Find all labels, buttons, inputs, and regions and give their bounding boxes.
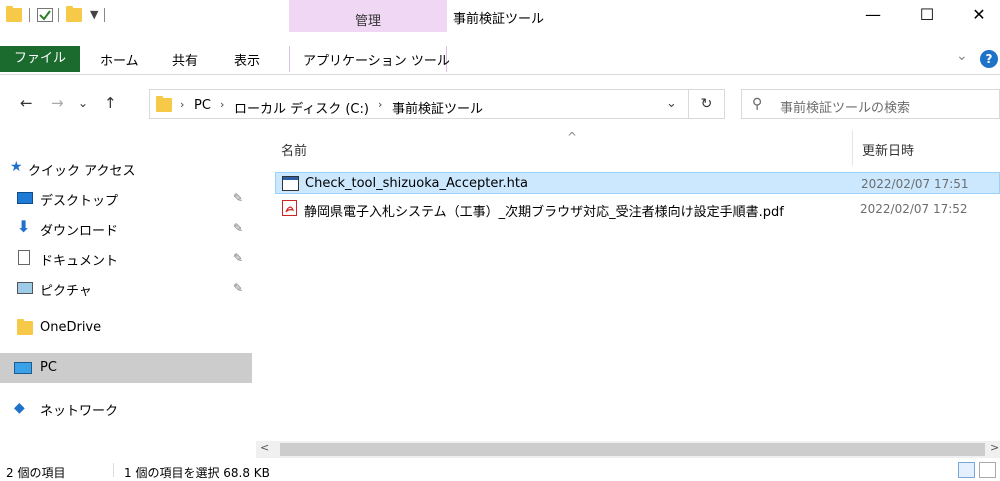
recent-locations-button[interactable]: ⌄ xyxy=(78,96,88,110)
sidebar-item-label: ダウンロード xyxy=(40,224,119,239)
breadcrumb-separator[interactable]: › xyxy=(378,98,382,111)
tab-home[interactable]: ホーム xyxy=(100,50,139,69)
sidebar-item-onedrive[interactable]: OneDrive xyxy=(0,313,252,343)
file-modified: 2022/02/07 17:52 xyxy=(860,202,968,216)
search-box[interactable]: ⚲ 事前検証ツールの検索 xyxy=(741,89,1000,119)
sidebar-item-label: ネットワーク xyxy=(40,404,119,419)
pdf-file-icon xyxy=(282,200,297,216)
maximize-icon: ☐ xyxy=(919,5,935,24)
breadcrumb-current-folder[interactable]: 事前検証ツール xyxy=(392,98,483,117)
pin-icon[interactable]: ✎ xyxy=(233,221,243,235)
forward-button[interactable]: → xyxy=(51,94,64,112)
column-divider[interactable] xyxy=(852,130,853,166)
breadcrumb-separator[interactable]: › xyxy=(220,98,224,111)
sidebar-item-label: ピクチャ xyxy=(40,284,92,299)
refresh-button[interactable]: ↻ xyxy=(689,89,725,119)
search-icon: ⚲ xyxy=(752,96,763,112)
close-button[interactable]: ✕ xyxy=(956,0,1000,32)
tab-file[interactable]: ファイル xyxy=(0,46,80,72)
pin-icon[interactable]: ✎ xyxy=(233,191,243,205)
sidebar-item-quick-access[interactable]: ★ クイック アクセス xyxy=(0,153,252,183)
customize-toolbar-icon[interactable]: ▼ xyxy=(90,8,98,21)
divider xyxy=(29,8,30,22)
file-name: Check_tool_shizuoka_Accepter.hta xyxy=(305,176,528,191)
address-bar[interactable]: › PC › ローカル ディスク (C:) › 事前検証ツール ⌄ xyxy=(149,89,689,119)
sidebar-item-label: OneDrive xyxy=(40,320,102,335)
document-icon xyxy=(18,250,30,265)
context-group-label: 管理 xyxy=(354,14,381,29)
status-item-count: 2 個の項目 xyxy=(6,466,66,480)
scroll-right-button[interactable]: > xyxy=(990,441,999,454)
computer-icon xyxy=(14,362,32,374)
file-name: 静岡県電子入札システム（工事）_次期ブラウザ対応_受注者様向け設定手順書.pdf xyxy=(304,205,784,220)
desktop-icon xyxy=(17,192,33,204)
pin-icon[interactable]: ✎ xyxy=(233,281,243,295)
ribbon-divider xyxy=(0,74,1000,75)
file-row-hta[interactable]: Check_tool_shizuoka_Accepter.hta 2022/02… xyxy=(275,172,1000,194)
scrollbar-thumb[interactable] xyxy=(280,443,985,456)
status-selection: 1 個の項目を選択 68.8 KB xyxy=(124,466,270,480)
properties-icon[interactable] xyxy=(37,8,53,22)
minimize-icon: — xyxy=(865,5,881,24)
close-icon: ✕ xyxy=(972,5,986,24)
file-row-pdf[interactable]: 静岡県電子入札システム（工事）_次期ブラウザ対応_受注者様向け設定手順書.pdf… xyxy=(275,198,1000,220)
breadcrumb-separator[interactable]: › xyxy=(180,98,184,111)
minimize-button[interactable]: — xyxy=(850,0,896,32)
breadcrumb-local-disk[interactable]: ローカル ディスク (C:) xyxy=(234,98,369,117)
refresh-icon: ↻ xyxy=(700,96,713,112)
scroll-left-button[interactable]: < xyxy=(260,441,269,454)
sidebar-item-label: ドキュメント xyxy=(40,254,119,269)
divider xyxy=(113,463,114,477)
sidebar-item-label: デスクトップ xyxy=(40,194,119,209)
help-icon[interactable]: ? xyxy=(980,50,998,68)
sidebar-item-pictures[interactable]: ピクチャ ✎ xyxy=(0,273,252,303)
window-title: 事前検証ツール xyxy=(453,12,545,27)
onedrive-folder-icon xyxy=(17,319,33,335)
back-button[interactable]: ← xyxy=(20,94,33,112)
sidebar-item-documents[interactable]: ドキュメント ✎ xyxy=(0,243,252,273)
download-icon: ⬇ xyxy=(17,217,31,236)
search-input[interactable]: 事前検証ツールの検索 xyxy=(780,97,910,116)
divider xyxy=(104,8,105,22)
hta-file-icon xyxy=(282,176,299,191)
sidebar-item-label: PC xyxy=(40,360,57,375)
pin-icon[interactable]: ✎ xyxy=(233,251,243,265)
breadcrumb-pc[interactable]: PC xyxy=(194,98,211,113)
picture-icon xyxy=(17,282,33,294)
up-button[interactable]: ↑ xyxy=(104,94,117,112)
sort-indicator-icon: ^ xyxy=(567,130,578,144)
file-modified: 2022/02/07 17:51 xyxy=(861,177,969,191)
new-folder-icon[interactable] xyxy=(66,6,82,22)
tab-share[interactable]: 共有 xyxy=(172,50,198,69)
folder-icon xyxy=(156,96,172,112)
star-icon: ★ xyxy=(10,159,23,175)
large-icons-view-icon[interactable] xyxy=(979,462,996,478)
address-dropdown-icon[interactable]: ⌄ xyxy=(666,96,677,111)
folder-icon xyxy=(6,6,22,22)
sidebar-item-downloads[interactable]: ⬇ ダウンロード ✎ xyxy=(0,213,252,243)
column-header-name[interactable]: 名前 xyxy=(281,140,307,159)
sidebar-item-network[interactable]: ◆ ネットワーク xyxy=(0,393,252,423)
tab-view[interactable]: 表示 xyxy=(234,50,260,69)
sidebar-item-label: クイック アクセス xyxy=(28,164,136,179)
column-header-modified[interactable]: 更新日時 xyxy=(862,140,914,159)
divider xyxy=(58,8,59,22)
network-icon: ◆ xyxy=(14,400,25,416)
ribbon-expand-icon[interactable]: ⌄ xyxy=(956,48,968,64)
maximize-button[interactable]: ☐ xyxy=(904,0,950,32)
details-view-icon[interactable] xyxy=(958,462,975,478)
sidebar-item-desktop[interactable]: デスクトップ ✎ xyxy=(0,183,252,213)
sidebar-item-pc[interactable]: PC xyxy=(0,353,252,383)
tab-application-tools[interactable]: アプリケーション ツール xyxy=(303,50,450,69)
